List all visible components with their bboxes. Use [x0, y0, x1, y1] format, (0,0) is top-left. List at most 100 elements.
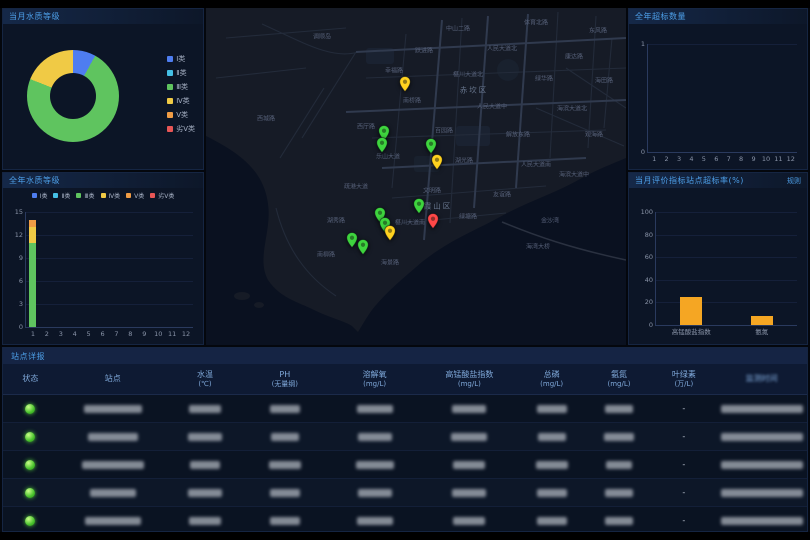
x-axis-tick: 11	[774, 155, 782, 163]
status-indicator-normal	[25, 488, 35, 498]
map-place-label: 海滨大道中	[559, 170, 589, 179]
table-cell	[58, 489, 168, 497]
x-axis-tick: 3	[677, 155, 681, 163]
table-cell	[587, 517, 652, 525]
table-cell	[716, 433, 807, 441]
map-place-label: 金沙湾	[541, 216, 559, 225]
redacted-value	[605, 517, 633, 525]
map-pin-yellow[interactable]	[399, 76, 411, 92]
legend-item[interactable]: Ⅳ类	[167, 96, 195, 106]
legend-item[interactable]: Ⅰ类	[167, 54, 195, 64]
legend-label: 劣Ⅴ类	[158, 191, 174, 200]
legend-item[interactable]: Ⅳ类	[101, 191, 121, 200]
map-place-label: 西城路	[257, 114, 275, 123]
column-name: 溶解氧	[363, 370, 387, 380]
legend-item[interactable]: 劣Ⅴ类	[167, 124, 195, 134]
legend-item[interactable]: 劣Ⅴ类	[150, 191, 174, 200]
column-header: 状态	[3, 374, 58, 384]
x-axis-tick: 5	[87, 330, 91, 338]
column-unit: (mg/L)	[363, 380, 386, 389]
table-row[interactable]: -	[3, 395, 807, 423]
legend-swatch	[101, 193, 106, 198]
table-row[interactable]: -	[3, 507, 807, 532]
map-pin-green[interactable]	[425, 138, 437, 154]
x-axis-tick: 6	[100, 330, 104, 338]
map-place-label: 人民大道北	[487, 44, 517, 53]
redacted-value	[453, 517, 485, 525]
legend-label: Ⅴ类	[134, 191, 144, 200]
bar-segment	[29, 243, 36, 327]
bar	[751, 316, 773, 325]
x-axis-tick: 4	[689, 155, 693, 163]
legend-item[interactable]: Ⅲ类	[76, 191, 94, 200]
table-cell	[168, 405, 243, 413]
redacted-value	[358, 433, 392, 441]
table-cell	[517, 517, 587, 525]
gridline	[656, 280, 797, 281]
panel-body: Ⅰ类 Ⅱ类 Ⅲ类 Ⅳ类 Ⅴ类劣Ⅴ类	[3, 24, 203, 169]
table-cell	[422, 405, 517, 413]
status-indicator-normal	[25, 404, 35, 414]
map-pin-red[interactable]	[427, 213, 439, 229]
annual-quality-chart[interactable]: 03691215123456789101112	[25, 212, 193, 328]
legend-swatch	[150, 193, 155, 198]
bar-segment	[29, 220, 36, 228]
legend-item[interactable]: Ⅰ类	[32, 191, 48, 200]
water-quality-donut-chart[interactable]	[27, 50, 119, 142]
map-place-label: 疏港大道	[344, 182, 368, 191]
map-place-label: 跃进路	[415, 46, 433, 55]
redacted-value	[604, 433, 634, 441]
map-pin-green[interactable]	[413, 198, 425, 214]
table-row[interactable]: -	[3, 479, 807, 507]
map-pin-yellow[interactable]	[384, 225, 396, 241]
table-cell: -	[651, 460, 716, 469]
legend-label: Ⅰ类	[176, 54, 185, 64]
y-axis-tick: 9	[6, 254, 23, 262]
legend-label: Ⅲ类	[176, 82, 188, 92]
legend-item[interactable]: Ⅴ类	[126, 191, 144, 200]
map-place-label: 椹川大道南	[395, 218, 425, 227]
map-pin-green[interactable]	[357, 239, 369, 255]
table-cell	[587, 461, 652, 469]
city-map[interactable]: 调顺岛中山二路体育北路东风路跃进路人民大道北康达路幸福路椹川大道北绿华路海田路赤…	[206, 8, 626, 345]
redacted-value	[606, 461, 632, 469]
y-axis-tick: 0	[628, 148, 645, 156]
column-name: 监测时间	[746, 374, 778, 384]
panel-annual-water-quality: 全年水质等级 Ⅰ类Ⅱ类Ⅲ类Ⅳ类Ⅴ类劣Ⅴ类 0369121512345678910…	[2, 172, 204, 345]
legend-item[interactable]: Ⅲ类	[167, 82, 195, 92]
table-row[interactable]: -	[3, 451, 807, 479]
redacted-value	[537, 405, 567, 413]
legend-item[interactable]: Ⅴ类	[167, 110, 195, 120]
table-cell	[58, 461, 168, 469]
table-cell	[587, 433, 652, 441]
x-axis-tick: 11	[168, 330, 176, 338]
redacted-value	[88, 433, 138, 441]
legend-label: Ⅴ类	[176, 110, 188, 120]
legend-item[interactable]: Ⅱ类	[167, 68, 195, 78]
table-row[interactable]: -	[3, 423, 807, 451]
y-axis-tick: 80	[636, 231, 653, 239]
column-header: 监测时间	[716, 374, 807, 384]
table-cell: -	[651, 488, 716, 497]
annual-exceedance-chart[interactable]: 01123456789101112	[647, 44, 797, 153]
table-cell	[716, 461, 807, 469]
legend-item[interactable]: Ⅱ类	[53, 191, 70, 200]
map-place-label: 海湾大桥	[526, 242, 550, 251]
table-cell: -	[651, 516, 716, 525]
redacted-value	[721, 517, 803, 525]
column-name: 氨氮	[611, 370, 627, 380]
legend-label: Ⅱ类	[176, 68, 186, 78]
redacted-value	[357, 405, 393, 413]
column-header: 叶绿素(万/L)	[651, 370, 716, 389]
exceed-rate-chart[interactable]: 020406080100高锰酸盐指数氨氮	[655, 212, 797, 326]
rule-link[interactable]: 规则	[787, 176, 801, 186]
panel-header: 当月评价指标站点超标率(%) 规则	[629, 173, 807, 188]
table-cell	[327, 433, 422, 441]
table-cell	[168, 461, 243, 469]
map-place-label: 文明路	[423, 186, 441, 195]
map-pin-green[interactable]	[376, 137, 388, 153]
table-cell	[422, 433, 517, 441]
table-cell	[517, 405, 587, 413]
map-pin-yellow[interactable]	[431, 154, 443, 170]
x-axis-tick: 6	[714, 155, 718, 163]
